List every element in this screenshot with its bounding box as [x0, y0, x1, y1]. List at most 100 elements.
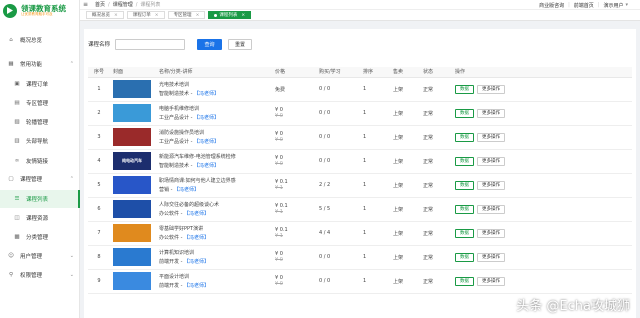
course-status: 正常 [420, 101, 452, 126]
course-cover-image[interactable] [113, 200, 151, 218]
sidebar-item-0[interactable]: ⌂ 概况总览 [0, 31, 80, 49]
course-cover-image[interactable] [113, 272, 151, 290]
sidebar-item-12[interactable]: ⚲ 权限管理 ⌄ [0, 266, 80, 284]
course-name-input[interactable] [115, 38, 186, 50]
data-button[interactable]: 数据 [455, 204, 474, 214]
chevron-down-icon[interactable]: ▾ [625, 2, 628, 8]
more-actions-button[interactable]: 更多操作 [477, 180, 505, 190]
course-category: 智能制造技术 [159, 91, 190, 97]
original-price: ¥ 0 [275, 161, 283, 167]
tab-label: 专区管理 [173, 13, 192, 18]
buy-study-count: 5 / 5 [316, 197, 360, 222]
cover-text: 纯电动汽车 [122, 158, 142, 163]
data-button[interactable]: 数据 [455, 180, 474, 190]
sidebar-item-2[interactable]: ▣ 课程订单 [0, 75, 80, 93]
reset-button[interactable]: 重置 [228, 38, 253, 50]
course-name[interactable]: 计算机知识培训 [159, 250, 194, 256]
frontend-home-link[interactable]: 前端首页 [574, 2, 594, 9]
more-actions-button[interactable]: 更多操作 [477, 252, 505, 262]
actions-cell: 数据 更多操作 [452, 269, 632, 294]
sidebar-item-label: 分类管理 [26, 235, 49, 241]
name-cell: 光电技术培训 智能制造技术 - 【冯老师】 [156, 77, 272, 102]
sort-value: 1 [360, 77, 390, 102]
tab-zone-management[interactable]: 专区管理 × [167, 11, 206, 19]
data-button[interactable]: 数据 [455, 132, 474, 142]
data-button[interactable]: 数据 [455, 276, 474, 286]
more-actions-button[interactable]: 更多操作 [477, 84, 505, 94]
close-icon[interactable]: × [114, 13, 118, 18]
course-category: 工业产品设计 [159, 115, 190, 121]
commercial-consult-link[interactable]: 商业版咨询 [539, 2, 564, 9]
sidebar-item-label: 课程资源 [26, 216, 49, 222]
course-cover-image[interactable] [113, 224, 151, 242]
course-cover-image[interactable]: 纯电动汽车 [113, 152, 151, 170]
app-logo[interactable]: 领课教育系统 让优质教育触手可及 [3, 3, 75, 19]
breadcrumb-home[interactable]: 首页 [95, 1, 105, 8]
course-name[interactable]: 电脑手机维修培训 [159, 106, 199, 112]
data-button[interactable]: 数据 [455, 108, 474, 118]
tab-course-orders[interactable]: 课程订单 × [126, 11, 165, 19]
data-button[interactable]: 数据 [455, 156, 474, 166]
query-button[interactable]: 查询 [197, 38, 223, 50]
col-header-sort: 排序 [360, 67, 390, 78]
course-name[interactable]: 光电技术培训 [159, 82, 189, 88]
close-icon[interactable]: × [196, 13, 200, 18]
actions-cell: 数据 更多操作 [452, 149, 632, 174]
row-no: 8 [88, 245, 110, 270]
sidebar-item-11[interactable]: ☺ 用户管理 ⌄ [0, 247, 80, 265]
row-no: 3 [88, 125, 110, 150]
more-actions-button[interactable]: 更多操作 [477, 228, 505, 238]
buy-study-count: 2 / 2 [316, 173, 360, 198]
sidebar-item-3[interactable]: ▤ 专区管理 [0, 94, 80, 112]
data-button[interactable]: 数据 [455, 252, 474, 262]
data-button[interactable]: 数据 [455, 228, 474, 238]
more-actions-button[interactable]: 更多操作 [477, 156, 505, 166]
course-teacher: 【冯老师】 [194, 91, 220, 97]
course-name[interactable]: 零基础学好PPT演讲 [159, 226, 203, 232]
calendar-icon: ▥ [14, 138, 20, 144]
course-teacher: 【冯老师】 [194, 163, 220, 169]
buy-study-count: 0 / 0 [316, 125, 360, 150]
course-cover-image[interactable] [113, 104, 151, 122]
breadcrumb-course-management[interactable]: 课程管理 [113, 1, 133, 8]
data-button[interactable]: 数据 [455, 84, 474, 94]
course-name[interactable]: 职场情商课:如何与他人建立边界感 [159, 178, 236, 184]
more-actions-button[interactable]: 更多操作 [477, 108, 505, 118]
sidebar-item-10[interactable]: ▩ 分类管理 [0, 228, 80, 246]
more-actions-button[interactable]: 更多操作 [477, 132, 505, 142]
sidebar-item-8[interactable]: ☰ 课程列表 [0, 190, 80, 208]
course-cover-image[interactable] [113, 128, 151, 146]
sidebar-item-1[interactable]: ▦ 常用功能 ⌃ [0, 55, 80, 73]
sale-status: 上架 [390, 245, 420, 270]
course-name[interactable]: 人际交往必备的超级谈心术 [159, 202, 219, 208]
course-teacher: 【冯老师】 [184, 283, 210, 289]
filter-bar: 课程名称 查询 重置 [88, 38, 253, 50]
tab-course-list[interactable]: 课程列表 × [208, 11, 252, 19]
sidebar-item-6[interactable]: ∞ 友情链接 [0, 152, 80, 170]
sort-value: 1 [360, 149, 390, 174]
table-row: 4 纯电动汽车 新能源汽车维修-电池管理系统检修 智能制造技术 - 【冯老师】 ¥… [88, 149, 632, 174]
menu-collapse-icon[interactable]: ≡ [83, 1, 91, 8]
course-cover-image[interactable] [113, 248, 151, 266]
more-actions-button[interactable]: 更多操作 [477, 204, 505, 214]
sidebar-item-label: 概况总览 [20, 38, 43, 44]
more-actions-button[interactable]: 更多操作 [477, 276, 505, 286]
course-category: 办公软件 [159, 235, 180, 241]
sidebar-item-5[interactable]: ▥ 头部导航 [0, 132, 80, 150]
cover-cell [110, 125, 156, 150]
course-name[interactable]: 消防设施操作员培训 [159, 130, 204, 136]
course-cover-image[interactable] [113, 176, 151, 194]
close-icon[interactable]: × [241, 13, 245, 18]
sidebar-item-4[interactable]: ▨ 轮播管理 [0, 113, 80, 131]
user-menu[interactable]: 演示用户 [603, 2, 623, 9]
course-cover-image[interactable] [113, 80, 151, 98]
sidebar-item-7[interactable]: ▢ 课程管理 ⌃ [0, 170, 80, 188]
tab-label: 课程列表 [219, 13, 238, 18]
course-name[interactable]: 新能源汽车维修-电池管理系统检修 [159, 154, 236, 160]
sale-status: 上架 [390, 149, 420, 174]
tab-overview[interactable]: 概况总览 × [86, 11, 124, 19]
course-name[interactable]: 平面设计培训 [159, 274, 189, 280]
close-icon[interactable]: × [155, 13, 159, 18]
sidebar-item-9[interactable]: ◫ 课程资源 [0, 209, 80, 227]
sort-value: 1 [360, 221, 390, 246]
